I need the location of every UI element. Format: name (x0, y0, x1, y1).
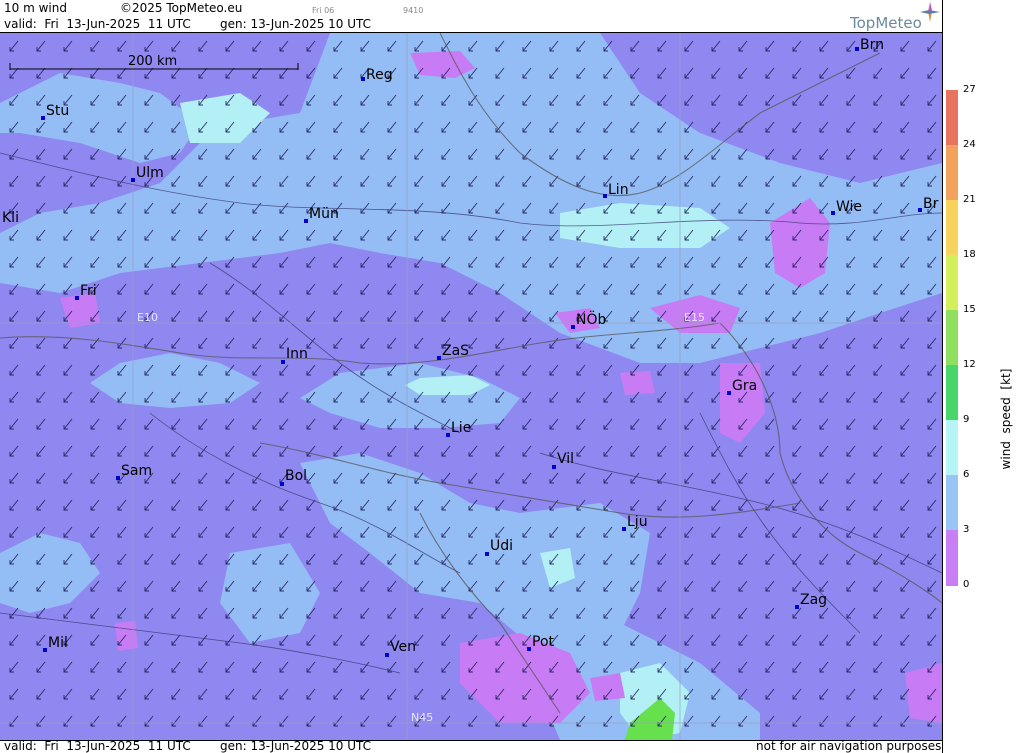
city-label: ZaS (442, 343, 469, 359)
city-label: Sam (121, 463, 152, 479)
grid-label-e15: E15 (684, 311, 705, 324)
legend-swatch (946, 420, 958, 475)
disclaimer: not for air navigation purposes (756, 739, 942, 753)
city-label: Vil (557, 451, 574, 467)
city-dot (43, 648, 47, 652)
city-dot (280, 482, 284, 486)
legend-tick: 24 (963, 139, 976, 150)
city-dot (446, 433, 450, 437)
city-label: Ulm (136, 165, 164, 181)
city-label: Gra (732, 378, 757, 394)
legend-tick: 18 (963, 249, 976, 260)
footer-valid-time: valid: Fri 13-Jun-2025 11 UTC (4, 739, 191, 753)
legend-title: wind speed [kt] (999, 368, 1013, 470)
city-dot (795, 605, 799, 609)
city-dot (527, 647, 531, 651)
city-dot (116, 476, 120, 480)
city-label: Lie (451, 420, 471, 436)
legend-tick: 9 (963, 414, 970, 425)
copyright: ©2025 TopMeteo.eu (120, 1, 243, 15)
city-dot (304, 219, 308, 223)
city-dot (485, 552, 489, 556)
legend-color-bar (946, 90, 958, 586)
city-dot (41, 116, 45, 120)
city-label: Zag (800, 592, 827, 608)
wind-arrows (0, 33, 942, 740)
city-label: Brn (860, 37, 884, 53)
city-label: Fri (80, 283, 97, 299)
run-code: Fri 06 (312, 6, 335, 15)
city-label: Lin (608, 182, 629, 198)
legend-swatch (946, 475, 958, 530)
legend-tick: 0 (963, 579, 970, 590)
city-label: Lju (627, 514, 648, 530)
footer-generated-time: gen: 13-Jun-2025 10 UTC (220, 739, 372, 753)
city-dot (385, 653, 389, 657)
city-label: Mün (309, 206, 339, 222)
frame-code: 9410 (403, 6, 424, 15)
grid-label-e10: E10 (137, 311, 158, 324)
city-label: Ven (390, 639, 416, 655)
legend-tick: 12 (963, 359, 976, 370)
legend-tick: 27 (963, 84, 976, 95)
legend-tick: 21 (963, 194, 976, 205)
city-dot (75, 296, 79, 300)
wind-map-canvas: E10 E15 N45 200 km Brn Reg Stu Ulm Lin K… (0, 33, 942, 740)
city-label: Kli (2, 210, 19, 226)
city-label: Stu (46, 103, 69, 119)
city-dot (361, 77, 365, 81)
grid-label-n45: N45 (411, 711, 433, 724)
wind-map[interactable]: E10 E15 N45 200 km Brn Reg Stu Ulm Lin K… (0, 32, 942, 741)
city-dot (437, 356, 441, 360)
legend-swatch (946, 255, 958, 310)
valid-time: valid: Fri 13-Jun-2025 11 UTC (4, 17, 191, 31)
generated-time: gen: 13-Jun-2025 10 UTC (220, 17, 372, 31)
city-dot (831, 211, 835, 215)
legend-swatch (946, 200, 958, 255)
city-dot (603, 194, 607, 198)
city-label: NÖb (576, 310, 606, 328)
legend-swatch (946, 310, 958, 365)
legend-tick: 6 (963, 469, 970, 480)
city-label: Bol (285, 468, 307, 484)
city-label: Wie (836, 199, 862, 215)
scale-bar-label: 200 km (128, 54, 177, 69)
city-dot (727, 391, 731, 395)
brand-logo-text: TopMeteo (850, 14, 922, 32)
city-dot (622, 527, 626, 531)
city-dot (281, 360, 285, 364)
city-label: Udi (490, 538, 513, 554)
legend-tick: 15 (963, 304, 976, 315)
color-legend: 27 24 21 18 15 12 9 6 3 0 (942, 0, 1034, 753)
city-dot (855, 47, 859, 51)
legend-swatch (946, 530, 958, 586)
product-title: 10 m wind (4, 1, 67, 15)
legend-swatch (946, 365, 958, 420)
city-dot (571, 325, 575, 329)
city-label: Reg (366, 67, 393, 83)
city-label: Pot (532, 634, 555, 650)
city-dot (552, 465, 556, 469)
legend-swatch (946, 90, 958, 146)
city-label: Mil (48, 635, 68, 651)
compass-logo-icon (920, 2, 940, 22)
city-dot (918, 208, 922, 212)
city-dot (131, 178, 135, 182)
legend-swatch (946, 145, 958, 200)
legend-tick: 3 (963, 524, 970, 535)
city-label: Br (923, 196, 939, 212)
city-label: Inn (286, 346, 308, 362)
